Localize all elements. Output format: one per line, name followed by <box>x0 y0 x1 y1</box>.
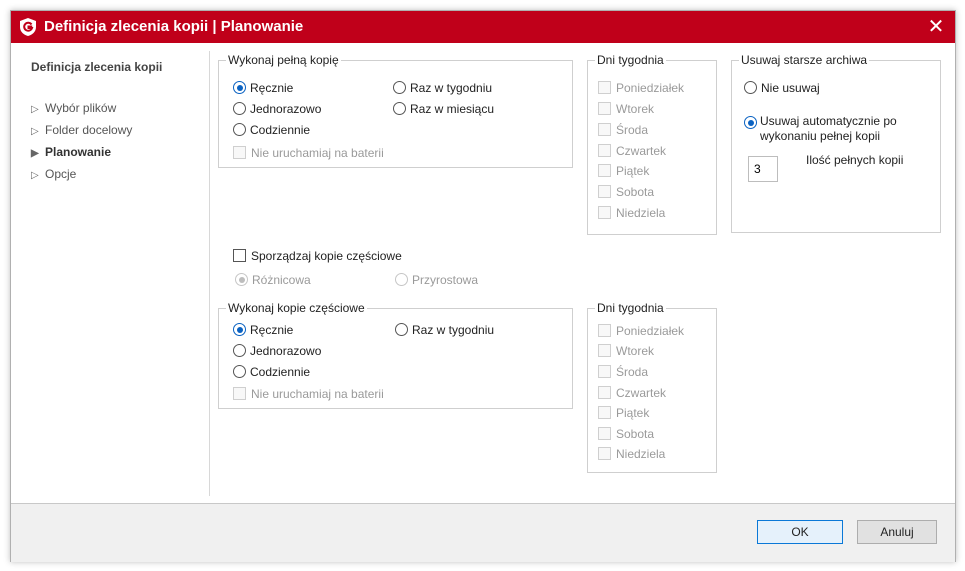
full-no-battery-checkbox[interactable]: Nie uruchamiaj na baterii <box>233 146 384 162</box>
partial-differential-radio[interactable]: Różnicowa <box>235 273 311 289</box>
partial-day-thursday[interactable]: Czwartek <box>598 386 666 402</box>
full-backup-group: Wykonaj pełną kopię Ręcznie Jednorazowo … <box>218 53 573 168</box>
partial-copies-checkbox[interactable]: Sporządzaj kopie częściowe <box>233 249 402 265</box>
sidebar-item-label: Wybór plików <box>45 101 117 115</box>
archives-group: Usuwaj starsze archiwa Nie usuwaj Usuwaj… <box>731 53 941 233</box>
archives-auto-delete-radio[interactable]: Usuwaj automatycznie po wykonaniu pełnej… <box>744 114 929 146</box>
partial-backup-group: Wykonaj kopie częściowe Ręcznie Jednoraz… <box>218 301 573 409</box>
sidebar: Definicja zlecenia kopii ▷ Wybór plików ▷… <box>11 43 209 503</box>
sidebar-item-target-folder[interactable]: ▷ Folder docelowy <box>31 123 132 141</box>
dialog-window: Definicja zlecenia kopii | Planowanie ✕ … <box>10 10 956 562</box>
partial-day-sunday[interactable]: Niedziela <box>598 447 665 463</box>
partial-day-monday[interactable]: Poniedziałek <box>598 324 684 340</box>
partial-manual-radio[interactable]: Ręcznie <box>233 323 293 339</box>
sidebar-item-label: Planowanie <box>45 145 112 159</box>
full-monthly-radio[interactable]: Raz w miesiącu <box>393 102 494 118</box>
partial-day-wednesday[interactable]: Środa <box>598 365 648 381</box>
sidebar-item-scheduling[interactable]: ▶ Planowanie <box>31 145 111 163</box>
ok-button[interactable]: OK <box>757 520 843 544</box>
cancel-button[interactable]: Anuluj <box>857 520 937 544</box>
close-icon: ✕ <box>927 16 945 38</box>
full-copies-count-label: Ilość pełnych kopii <box>806 153 904 167</box>
dialog-footer: OK Anuluj <box>11 503 955 562</box>
close-button[interactable]: ✕ <box>925 16 947 38</box>
window-title: Definicja zlecenia kopii | Planowanie <box>44 18 304 35</box>
sidebar-item-file-selection[interactable]: ▷ Wybór plików <box>31 101 116 119</box>
sidebar-item-options[interactable]: ▷ Opcje <box>31 167 76 185</box>
partial-weekly-radio[interactable]: Raz w tygodniu <box>395 323 494 339</box>
full-weekly-radio[interactable]: Raz w tygodniu <box>393 81 492 97</box>
sidebar-divider <box>209 51 210 496</box>
chevron-right-icon: ▷ <box>31 170 39 181</box>
full-backup-legend: Wykonaj pełną kopię <box>226 53 341 67</box>
g-data-shield-icon <box>20 18 36 36</box>
partial-day-friday[interactable]: Piątek <box>598 406 649 422</box>
full-day-friday[interactable]: Piątek <box>598 164 649 180</box>
partial-once-radio[interactable]: Jednorazowo <box>233 344 321 360</box>
partial-day-tuesday[interactable]: Wtorek <box>598 344 654 360</box>
full-daily-radio[interactable]: Codziennie <box>233 123 310 139</box>
full-day-sunday[interactable]: Niedziela <box>598 206 665 222</box>
full-day-wednesday[interactable]: Środa <box>598 123 648 139</box>
partial-no-battery-checkbox[interactable]: Nie uruchamiaj na baterii <box>233 387 384 403</box>
partial-daily-radio[interactable]: Codziennie <box>233 365 310 381</box>
full-day-tuesday[interactable]: Wtorek <box>598 102 654 118</box>
full-day-monday[interactable]: Poniedziałek <box>598 81 684 97</box>
partial-day-saturday[interactable]: Sobota <box>598 427 654 443</box>
full-day-saturday[interactable]: Sobota <box>598 185 654 201</box>
title-bar: Definicja zlecenia kopii | Planowanie ✕ <box>11 11 955 43</box>
partial-backup-legend: Wykonaj kopie częściowe <box>226 301 367 315</box>
chevron-right-icon: ▶ <box>31 148 39 159</box>
sidebar-item-label: Opcje <box>45 167 77 181</box>
weekdays-partial-group: Dni tygodnia Poniedziałek Wtorek Środa C… <box>587 301 717 473</box>
full-manual-radio[interactable]: Ręcznie <box>233 81 293 97</box>
partial-incremental-radio[interactable]: Przyrostowa <box>395 273 478 289</box>
weekdays-full-group: Dni tygodnia Poniedziałek Wtorek Środa C… <box>587 53 717 235</box>
chevron-right-icon: ▷ <box>31 104 39 115</box>
sidebar-item-label: Folder docelowy <box>45 123 133 137</box>
sidebar-title: Definicja zlecenia kopii <box>31 60 163 74</box>
archives-legend: Usuwaj starsze archiwa <box>739 53 870 67</box>
weekdays-full-legend: Dni tygodnia <box>595 53 666 67</box>
full-once-radio[interactable]: Jednorazowo <box>233 102 321 118</box>
weekdays-partial-legend: Dni tygodnia <box>595 301 666 315</box>
chevron-right-icon: ▷ <box>31 126 39 137</box>
full-day-thursday[interactable]: Czwartek <box>598 144 666 160</box>
archives-no-delete-radio[interactable]: Nie usuwaj <box>744 81 820 97</box>
full-copies-count-input[interactable] <box>748 156 778 182</box>
